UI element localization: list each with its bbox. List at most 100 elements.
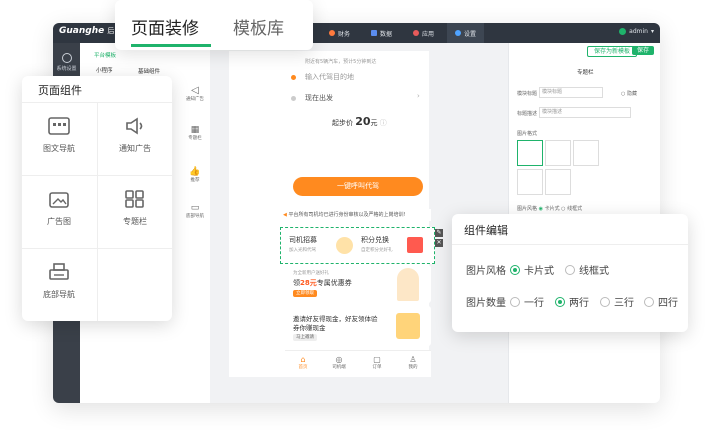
avatar — [619, 28, 627, 35]
bottom-nav-driver[interactable]: ◎ 司机端 — [329, 355, 349, 370]
save-as-template-button[interactable]: 保存为新模板 — [587, 46, 638, 57]
compass-icon: ◎ — [335, 355, 343, 364]
bottom-nav-home[interactable]: ⌂ 首页 — [293, 355, 313, 370]
comp-bottom-nav[interactable]: ▭ 底部导航 — [180, 203, 210, 219]
destination-input[interactable]: 输入代驾目的地 — [305, 72, 354, 82]
radio-unchecked — [565, 264, 575, 275]
panel-title: 专题栏 — [577, 70, 594, 76]
tab-page-decoration[interactable]: 页面装修 — [131, 14, 199, 39]
hide-toggle[interactable]: ○ 隐藏 — [621, 90, 637, 97]
radio-checked — [510, 264, 520, 275]
chart-icon — [371, 30, 377, 36]
speaker-icon: ◁ — [191, 85, 199, 96]
style-option-card[interactable]: 卡片式 — [510, 262, 554, 277]
gift-icon — [407, 237, 423, 253]
component-notice-ad[interactable]: 通知广告 — [98, 103, 172, 175]
module-title-label: 模块标题 — [517, 91, 538, 97]
order-icon: ▢ — [373, 355, 381, 364]
apps-icon — [413, 30, 419, 36]
sidebar-item-system-settings[interactable]: 系统设置 — [53, 53, 80, 72]
layout-thumb-5[interactable] — [545, 169, 571, 195]
radio-unchecked — [644, 296, 654, 307]
points-exchange-sub: 自定积分兑好礼 — [361, 248, 393, 253]
coin-icon — [336, 237, 353, 254]
phone-bottom-nav: ⌂ 首页 ◎ 司机端 ▢ 订单 ♙ 我的 — [285, 350, 431, 377]
comp-recommend[interactable]: 👍 推荐 — [180, 167, 210, 183]
gear-icon — [61, 53, 72, 63]
layout-thumb-3[interactable] — [573, 140, 599, 166]
layout-thumb-1[interactable] — [517, 140, 543, 166]
mode-tabs: 页面装修 模板库 — [115, 0, 313, 50]
tab-template-library[interactable]: 模板库 — [233, 14, 284, 39]
invite-card[interactable]: 邀请好友得现金，好友领体验 券你赚现金 马上邀请 — [285, 306, 431, 346]
coupon-card[interactable]: 为全新用户送好礼 领28元专属优惠券 立即领取 — [285, 265, 431, 303]
nav-data[interactable]: 数据 — [371, 23, 392, 43]
points-exchange-title: 积分兑换 — [361, 236, 389, 244]
count-option-three[interactable]: 三行 — [600, 294, 634, 309]
nav-settings[interactable]: 设置 — [447, 23, 485, 43]
topic-component-selected[interactable]: 司机招募 加入光和代驾 积分兑换 自定积分兑好礼 — [280, 227, 435, 264]
destination-dot — [291, 75, 296, 80]
chevron-right-icon: › — [417, 92, 420, 100]
component-ad-image[interactable]: 广告图 — [22, 176, 96, 248]
finance-icon — [329, 30, 335, 36]
chevron-down-icon: ▾ — [650, 28, 654, 35]
depart-now[interactable]: 现在出发 — [305, 93, 333, 103]
active-tab-indicator — [131, 44, 211, 47]
bottom-nav-orders[interactable]: ▢ 订单 — [367, 355, 387, 370]
bottom-nav-profile[interactable]: ♙ 我的 — [403, 355, 423, 370]
comp-notice-ad[interactable]: ◁ 通知广告 — [180, 85, 210, 102]
user-menu[interactable]: admin ▾ — [619, 28, 654, 35]
count-option-four[interactable]: 四行 — [644, 294, 678, 309]
invite-line-2: 券你赚现金 — [293, 324, 326, 332]
call-driver-button[interactable]: 一键呼叫代驾 — [293, 177, 423, 196]
image-icon — [49, 192, 69, 208]
driver-recruit-title: 司机招募 — [289, 236, 317, 244]
edit-icon[interactable]: ✎ — [435, 229, 443, 237]
coupon-small-text: 为全新用户送好礼 — [293, 271, 329, 276]
style-option-line[interactable]: 线框式 — [565, 262, 609, 277]
driver-recruit-sub: 加入光和代驾 — [289, 248, 316, 253]
coupon-claim-button[interactable]: 立即领取 — [293, 290, 317, 297]
grid-icon — [125, 190, 144, 208]
subnav-item-platform-template[interactable]: 平台模板 — [94, 51, 116, 59]
module-desc-label: 标题描述 — [517, 111, 538, 117]
nav-finance[interactable]: 财务 — [329, 23, 350, 43]
promo-person-image — [397, 268, 419, 301]
component-topic-column[interactable]: 专题栏 — [98, 176, 172, 248]
coupon-main-text: 领28元专属优惠券 — [293, 279, 352, 287]
count-option-one[interactable]: 一行 — [510, 294, 544, 309]
subnav-item-miniprogram[interactable]: 小程序 — [96, 66, 113, 74]
printer-icon — [49, 263, 69, 280]
notice-bar: ◀ 平台所有司机均已进行身份审核以及严格的上岗培训! — [283, 209, 431, 221]
layout-thumb-4[interactable] — [517, 169, 543, 195]
divider — [452, 244, 688, 245]
start-price: 起步价 20元 ⓘ — [332, 115, 387, 128]
radio-checked — [555, 296, 565, 307]
grid-icon: ▦ — [190, 125, 200, 135]
speaker-icon: ◀ — [283, 212, 287, 218]
gift-box-image — [396, 313, 420, 339]
component-image-nav[interactable]: 图文导航 — [22, 103, 96, 175]
save-button[interactable]: 保存 — [632, 46, 655, 55]
edit-panel-title: 组件编辑 — [464, 224, 508, 237]
printer-icon: ▭ — [190, 203, 200, 213]
component-edit-panel: 组件编辑 图片风格 卡片式 线框式 图片数量 一行 两行 三行 四行 — [452, 214, 688, 332]
thumbs-up-icon: 👍 — [189, 167, 201, 177]
nearby-hint: 附近有5辆汽车，预计5分钟到达 — [305, 59, 377, 65]
tab-basic-components[interactable]: 基础组件 — [138, 67, 160, 75]
nav-apps[interactable]: 应用 — [413, 23, 434, 43]
panel-title: 页面组件 — [38, 84, 82, 97]
image-nav-icon — [48, 117, 70, 135]
comp-topic[interactable]: ▦ 专题栏 — [180, 125, 210, 141]
invite-button[interactable]: 马上邀请 — [293, 334, 317, 341]
delete-icon[interactable]: ✕ — [435, 239, 443, 247]
time-dot — [291, 96, 296, 101]
module-desc-input[interactable]: 模块描述 — [539, 107, 631, 118]
settings-icon — [455, 30, 461, 36]
layout-thumb-2[interactable] — [545, 140, 571, 166]
module-title-input[interactable]: 模块标题 — [539, 87, 603, 98]
count-option-two[interactable]: 两行 — [555, 294, 589, 309]
image-format-label: 图片格式 — [517, 131, 538, 137]
component-bottom-nav[interactable]: 底部导航 — [22, 249, 96, 321]
